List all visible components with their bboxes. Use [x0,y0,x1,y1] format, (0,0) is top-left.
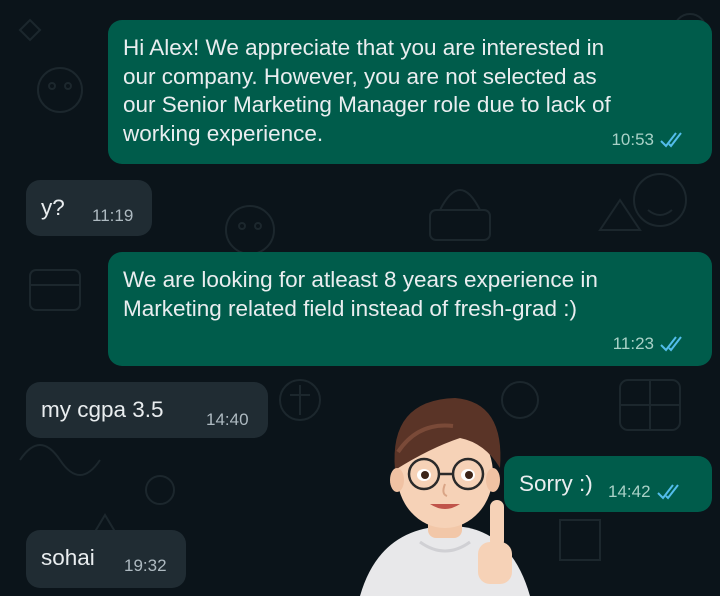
message-text: We are looking for atleast 8 years exper… [123,267,598,321]
message-meta: 11:23 [613,334,686,354]
message-meta: 14:40 [206,410,249,430]
message-text: y? [41,195,65,220]
avatar-sticker [360,398,530,596]
double-check-icon [660,132,682,148]
message-time: 11:23 [612,334,654,353]
message-incoming[interactable]: sohai 19:32 [26,530,186,588]
message-text: my cgpa 3.5 [41,397,164,422]
message-outgoing[interactable]: We are looking for atleast 8 years exper… [108,252,712,366]
message-text: sohai [41,545,95,570]
message-time: 11:19 [92,206,134,225]
message-meta: 14:42 [608,482,683,502]
message-meta: 11:19 [92,206,133,226]
message-incoming[interactable]: my cgpa 3.5 14:40 [26,382,268,438]
message-meta: 19:32 [124,556,167,576]
message-incoming[interactable]: y? 11:19 [26,180,152,236]
message-meta: 10:53 [611,130,686,150]
message-text: Hi Alex! We appreciate that you are inte… [123,35,611,146]
message-time: 19:32 [124,556,167,575]
double-check-icon [656,484,679,500]
double-check-icon [660,336,682,352]
message-time: 14:42 [608,482,651,501]
message-outgoing[interactable]: Hi Alex! We appreciate that you are inte… [108,20,712,164]
message-time: 10:53 [611,130,654,149]
message-time: 14:40 [206,410,249,429]
